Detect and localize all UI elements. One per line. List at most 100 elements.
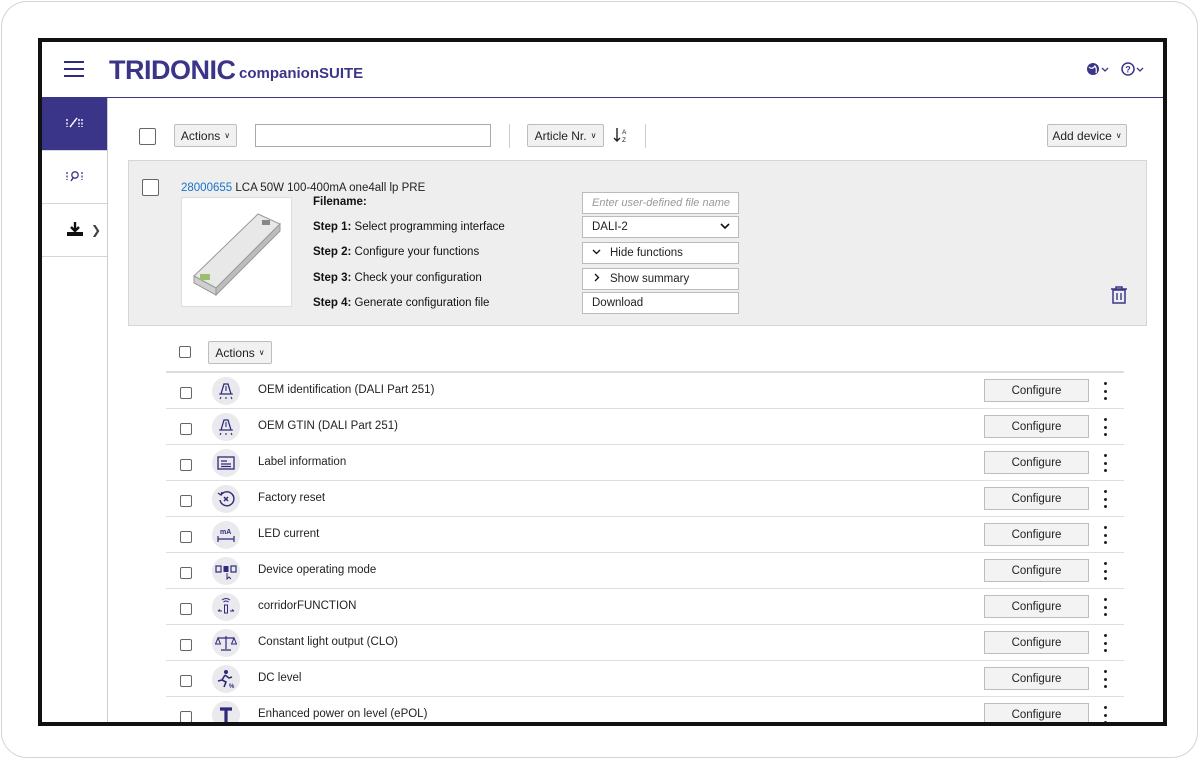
programming-interface-select[interactable]: DALI-2 xyxy=(582,216,739,238)
more-options-icon[interactable] xyxy=(1101,490,1109,508)
configure-button[interactable]: Configure xyxy=(984,559,1089,582)
product-image xyxy=(181,197,292,307)
more-options-icon[interactable] xyxy=(1101,418,1109,436)
row-checkbox[interactable] xyxy=(180,531,192,543)
step-2-num: Step 2: xyxy=(313,246,352,258)
function-row: % DC level Configure xyxy=(166,661,1124,697)
row-checkbox[interactable] xyxy=(180,387,192,399)
function-label: Constant light output (CLO) xyxy=(258,636,398,648)
configure-button[interactable]: Configure xyxy=(984,523,1089,546)
configure-button[interactable]: Configure xyxy=(984,415,1089,438)
toolbar: Actions ∨ Article Nr. ∨ AZ Add device ∨ xyxy=(108,98,1163,160)
row-checkbox[interactable] xyxy=(180,675,192,687)
chevron-down-icon: ∨ xyxy=(224,131,231,140)
chevron-down-icon: ∨ xyxy=(1115,131,1122,140)
trash-icon[interactable] xyxy=(1110,285,1128,310)
function-row: OEM identification (DALI Part 251) Confi… xyxy=(166,373,1124,409)
configure-button[interactable]: Configure xyxy=(984,631,1089,654)
functions-actions-button[interactable]: Actions ∨ xyxy=(208,341,272,364)
chevron-down-icon: ∨ xyxy=(590,131,597,140)
download-button[interactable]: Download xyxy=(582,292,739,314)
more-options-icon[interactable] xyxy=(1101,382,1109,400)
step-1-text: Step 1: Select programming interface xyxy=(313,221,505,233)
logo-subtitle: companionSUITE xyxy=(239,65,364,82)
sort-by-select[interactable]: Article Nr. ∨ xyxy=(527,124,604,147)
search-input[interactable] xyxy=(255,124,491,147)
chevron-down-icon: ∨ xyxy=(258,348,265,357)
filename-input[interactable]: Enter user-defined file name xyxy=(582,192,739,214)
row-checkbox[interactable] xyxy=(180,567,192,579)
function-label: OEM GTIN (DALI Part 251) xyxy=(258,420,398,432)
configure-button[interactable]: Configure xyxy=(984,451,1089,474)
functions-actions-label: Actions xyxy=(215,345,255,360)
download-icon xyxy=(66,221,84,240)
svg-text:mA: mA xyxy=(220,529,231,536)
device-name: LCA 50W 100-400mA one4all lp PRE xyxy=(235,182,426,194)
configure-button[interactable]: Configure xyxy=(984,595,1089,618)
chevron-right-icon xyxy=(592,273,601,285)
chevron-down-icon xyxy=(592,247,601,259)
filename-label: Filename: xyxy=(313,196,367,208)
step-1-num: Step 1: xyxy=(313,221,352,233)
function-label: corridorFUNCTION xyxy=(258,600,357,612)
hide-functions-button[interactable]: Hide functions xyxy=(582,242,739,264)
more-options-icon[interactable] xyxy=(1101,454,1109,472)
search-device-icon xyxy=(65,169,85,186)
function-row: Factory reset Configure xyxy=(166,481,1124,517)
configure-button[interactable]: Configure xyxy=(984,379,1089,402)
row-checkbox[interactable] xyxy=(180,495,192,507)
function-label: Label information xyxy=(258,456,347,468)
add-device-button[interactable]: Add device ∨ xyxy=(1047,124,1127,147)
top-bar: TRIDONIC companionSUITE ? xyxy=(42,42,1163,98)
device-card: 28000655 LCA 50W 100-400mA one4all lp PR… xyxy=(128,160,1147,326)
reset-icon xyxy=(212,485,240,513)
globe-icon[interactable] xyxy=(1086,61,1110,80)
more-options-icon[interactable] xyxy=(1101,562,1109,580)
more-options-icon[interactable] xyxy=(1101,706,1109,722)
row-checkbox[interactable] xyxy=(180,459,192,471)
divider xyxy=(509,124,510,148)
show-summary-button[interactable]: Show summary xyxy=(582,268,739,290)
more-options-icon[interactable] xyxy=(1101,670,1109,688)
step-4-label: Generate configuration file xyxy=(354,297,490,309)
function-label: Device operating mode xyxy=(258,564,377,576)
article-number-link[interactable]: 28000655 xyxy=(181,182,232,194)
menu-icon[interactable] xyxy=(64,61,84,77)
actions-label: Actions xyxy=(180,128,221,143)
row-checkbox[interactable] xyxy=(180,639,192,651)
row-checkbox[interactable] xyxy=(180,711,192,722)
current-icon: mA xyxy=(212,521,240,549)
step-2-label: Configure your functions xyxy=(354,246,480,258)
more-options-icon[interactable] xyxy=(1101,598,1109,616)
configure-icon xyxy=(65,116,85,133)
configure-button[interactable]: Configure xyxy=(984,667,1089,690)
function-label: Enhanced power on level (ePOL) xyxy=(258,708,428,720)
actions-button[interactable]: Actions ∨ xyxy=(174,124,237,147)
configure-button[interactable]: Configure xyxy=(984,487,1089,510)
function-row: Label information Configure xyxy=(166,445,1124,481)
function-row: corridorFUNCTION Configure xyxy=(166,589,1124,625)
more-options-icon[interactable] xyxy=(1101,634,1109,652)
function-row: Enhanced power on level (ePOL) Configure xyxy=(166,697,1124,722)
configure-button[interactable]: Configure xyxy=(984,703,1089,722)
help-icon[interactable]: ? xyxy=(1121,61,1145,80)
step-1-label: Select programming interface xyxy=(354,221,505,233)
device-checkbox[interactable] xyxy=(142,179,159,196)
scale-icon xyxy=(212,629,240,657)
sidebar-item-search-device[interactable] xyxy=(42,151,107,204)
functions-select-all-checkbox[interactable] xyxy=(179,346,191,358)
function-row: OEM GTIN (DALI Part 251) Configure xyxy=(166,409,1124,445)
step-2-text: Step 2: Configure your functions xyxy=(313,246,479,258)
sidebar-item-download[interactable]: ❯ xyxy=(42,204,107,257)
function-label: OEM identification (DALI Part 251) xyxy=(258,384,435,396)
step-4-text: Step 4: Generate configuration file xyxy=(313,297,489,309)
row-checkbox[interactable] xyxy=(180,603,192,615)
select-all-checkbox[interactable] xyxy=(139,128,156,145)
dc-level-icon: % xyxy=(212,665,240,693)
row-checkbox[interactable] xyxy=(180,423,192,435)
more-options-icon[interactable] xyxy=(1101,526,1109,544)
sidebar: ❯ xyxy=(42,98,108,722)
sidebar-item-configure[interactable] xyxy=(42,98,107,151)
sort-az-icon[interactable]: AZ xyxy=(613,126,629,149)
step-3-label: Check your configuration xyxy=(354,272,482,284)
